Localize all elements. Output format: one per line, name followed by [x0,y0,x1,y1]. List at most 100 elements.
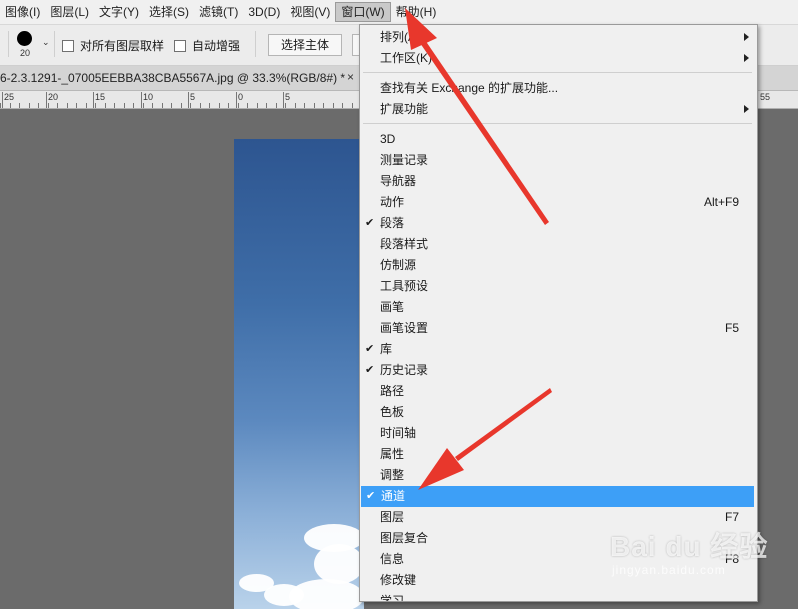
window-menu-item-label: 调整 [380,468,405,482]
window-menu-item[interactable]: 画笔 [360,297,755,318]
baidu-watermark: Bai du 经验 jingyan.baidu.com [610,525,790,585]
window-menu-item[interactable]: ✔ 段落 [360,213,755,234]
ruler-label: 20 [48,92,59,102]
menu-item[interactable]: 3D(D) [243,2,285,22]
ruler-tick [283,92,284,108]
ruler-minor-tick [333,103,334,108]
ruler-minor-tick [57,103,58,108]
window-menu-item-label: 动作 [380,195,405,209]
menu-item[interactable]: 文字(Y) [94,2,144,22]
ruler-minor-tick [314,103,315,108]
ruler-minor-tick [276,103,277,108]
ruler-minor-tick [0,103,1,108]
window-menu-item[interactable]: 动作 Alt+F9 [360,192,755,213]
ruler-minor-tick [209,103,210,108]
window-menu-item[interactable]: 3D [360,129,755,150]
menu-separator [363,72,752,73]
ruler-minor-tick [29,103,30,108]
menu-item[interactable]: 图像(I) [0,2,45,22]
window-menu-item-label: 导航器 [380,174,417,188]
auto-enhance-label: 自动增强 [192,39,241,53]
window-menu-item[interactable]: 排列(A) [360,27,755,48]
ruler-minor-tick [219,103,220,108]
ruler-tick [93,92,94,108]
ruler-tick [236,92,237,108]
ruler-minor-tick [114,103,115,108]
ruler-minor-tick [228,103,229,108]
window-menu-item-label: 仿制源 [380,258,417,272]
chevron-right-icon [744,105,749,113]
ruler-minor-tick [200,103,201,108]
window-menu-item-label: 工作区(K) [380,51,432,65]
window-menu-item-label: 学习 [380,594,405,602]
ruler-label: 0 [238,92,244,102]
options-separator [8,31,9,57]
ruler-label: 5 [285,92,291,102]
ruler-tick [2,92,3,108]
window-menu-item[interactable]: 工具预设 [360,276,755,297]
options-separator [54,31,55,57]
window-menu-item-label: 画笔设置 [380,321,429,335]
brush-size-label: 20 [20,48,31,58]
menu-item[interactable]: 帮助(H) [391,2,442,22]
ruler-minor-tick [38,103,39,108]
window-menu-item-label: 段落 [380,216,405,230]
brush-tip-icon[interactable] [17,31,32,46]
window-menu-item[interactable]: 学习 [360,591,755,602]
window-menu-item-label: 色板 [380,405,405,419]
ruler-minor-tick [257,103,258,108]
menu-item[interactable]: 滤镜(T) [194,2,243,22]
window-menu-item-label: 排列(A) [380,30,420,44]
ruler-minor-tick [124,103,125,108]
window-menu-item[interactable]: 仿制源 [360,255,755,276]
window-menu-item[interactable]: ✔ 库 [360,339,755,360]
ruler-minor-tick [152,103,153,108]
window-menu-item[interactable]: ✔ 历史记录 [360,360,755,381]
window-menu-item[interactable]: 画笔设置 F5 [360,318,755,339]
menu-item[interactable]: 视图(V) [285,2,335,22]
cloud-shape [314,544,364,584]
window-menu-item-label: 画笔 [380,300,405,314]
sample-all-layers-checkbox[interactable]: 对所有图层取样 [62,37,164,54]
menu-item[interactable]: 窗口(W) [335,2,391,22]
close-icon[interactable]: × [347,70,354,84]
window-menu-item[interactable]: ✔ 通道 [361,486,754,507]
auto-enhance-checkbox[interactable]: 自动增强 [174,37,240,54]
chevron-down-icon[interactable]: ⌄ [42,37,50,48]
window-menu-item-label: 修改键 [380,573,417,587]
checkmark-icon: ✔ [366,490,376,502]
menu-item[interactable]: 图层(L) [45,2,94,22]
ruler-minor-tick [181,103,182,108]
window-menu-item[interactable]: 扩展功能 [360,99,755,120]
ruler-minor-tick [247,103,248,108]
select-subject-button[interactable]: 选择主体 [268,34,343,56]
sample-all-layers-label: 对所有图层取样 [80,39,165,53]
ruler-minor-tick [162,103,163,108]
ruler-minor-tick [19,103,20,108]
window-menu-item-label: 工具预设 [380,279,429,293]
window-menu-item[interactable]: 路径 [360,381,755,402]
ruler-minor-tick [304,103,305,108]
window-menu-item-label: 段落样式 [380,237,429,251]
window-menu-item[interactable]: 段落样式 [360,234,755,255]
window-menu-item[interactable]: 调整 [360,465,755,486]
window-menu-item[interactable]: 色板 [360,402,755,423]
ruler-label: 25 [4,92,15,102]
document-tab-title[interactable]: 6-2.3.1291-_07005EEBBA38CBA5567A.jpg @ 3… [0,71,345,85]
shortcut-label: F5 [724,321,739,335]
window-menu-item-label: 图层 [380,510,405,524]
ruler-minor-tick [10,103,11,108]
menu-item[interactable]: 选择(S) [144,2,194,22]
cloud-shape [289,579,364,609]
ruler-minor-tick [266,103,267,108]
window-menu-item[interactable]: 查找有关 Exchange 的扩展功能... [360,78,755,99]
window-menu-item[interactable]: 测量记录 [360,150,755,171]
window-menu-item[interactable]: 导航器 [360,171,755,192]
window-menu-item[interactable]: 属性 [360,444,755,465]
shortcut-label: Alt+F9 [703,195,739,209]
window-menu-item-label: 属性 [380,447,405,461]
window-menu-item[interactable]: 时间轴 [360,423,755,444]
window-menu-item[interactable]: 工作区(K) [360,48,755,69]
baidu-logo: Bai du 经验 [610,531,769,562]
checkmark-icon: ✔ [365,364,375,376]
